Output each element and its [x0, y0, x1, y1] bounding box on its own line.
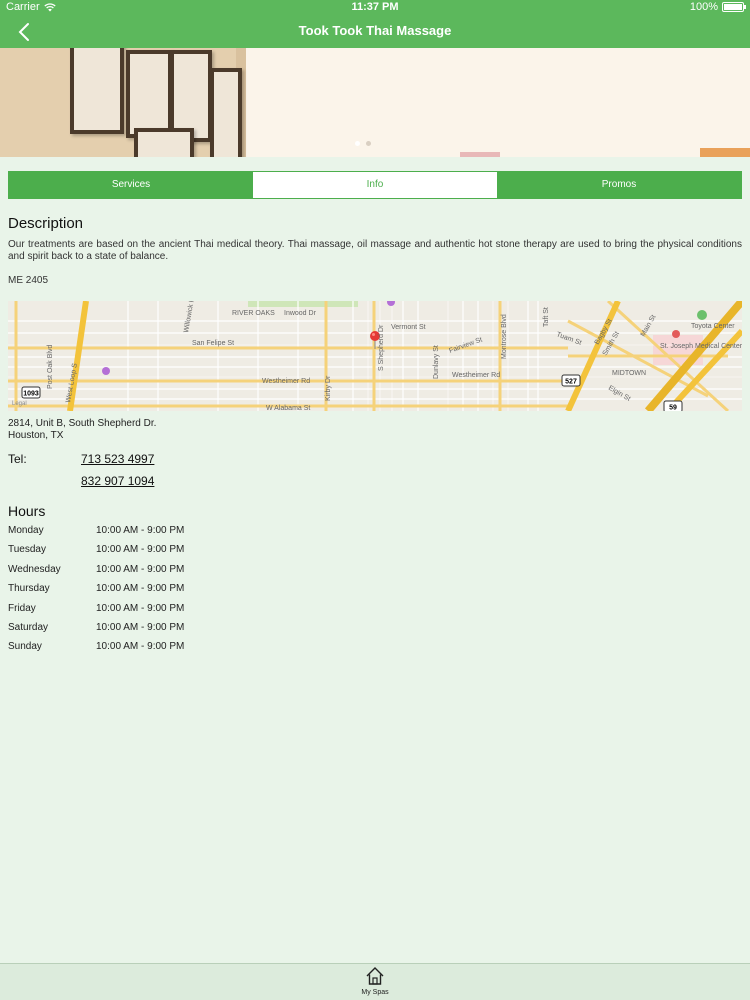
map-street-label: RIVER OAKS — [232, 310, 275, 317]
location-map[interactable]: RIVER OAKS Inwood Dr Vermont St San Felipe … — [8, 301, 742, 411]
hours-table: Monday 10:00 AM - 9:00 PM Tuesday 10:00 AM… — [8, 525, 184, 661]
picture-frame — [210, 68, 242, 157]
highway-shield-label: 59 — [669, 405, 677, 412]
phone-link-1[interactable]: 713 523 4997 — [81, 452, 154, 466]
hours-row: Monday 10:00 AM - 9:00 PM — [8, 525, 184, 544]
map-street-label: Montrose Blvd — [501, 314, 508, 359]
map-canvas: RIVER OAKS Inwood Dr Vermont St San Felipe … — [8, 301, 742, 411]
segment-tabs: Services Info Promos — [8, 171, 742, 199]
description-text: Our treatments are based on the ancient … — [8, 239, 742, 262]
battery-percent: 100% — [689, 1, 718, 13]
map-street-label: St. Joseph Medical Center — [660, 343, 742, 350]
map-street-label: Westheimer Rd — [262, 378, 310, 385]
hours-day: Wednesday — [8, 563, 61, 575]
map-street-label: Post Oak Blvd — [47, 345, 54, 389]
phone-link-2[interactable]: 832 907 1094 — [81, 474, 154, 488]
hours-row: Wednesday 10:00 AM - 9:00 PM — [8, 564, 184, 583]
map-street-label: Dunlavy St — [433, 345, 440, 379]
map-street-label: Kirby Dr — [325, 375, 332, 401]
hours-time: 10:00 AM - 9:00 PM — [96, 583, 185, 595]
page-dot — [366, 141, 371, 146]
map-street-label: Toyota Center — [691, 323, 735, 330]
map-street-label: Vermont St — [391, 324, 426, 331]
navigation-bar: Took Took Thai Massage — [0, 16, 750, 48]
spa-photo-carousel[interactable] — [0, 48, 750, 157]
hours-time: 10:00 AM - 9:00 PM — [96, 602, 185, 614]
tel-label: Tel: — [8, 452, 27, 466]
page-dot — [355, 141, 360, 146]
hours-time: 10:00 AM - 9:00 PM — [96, 621, 185, 633]
hours-row: Sunday 10:00 AM - 9:00 PM — [8, 641, 184, 660]
hours-day: Sunday — [8, 641, 42, 653]
picture-frame — [70, 48, 124, 134]
map-street-label: Westheimer Rd — [452, 372, 500, 379]
hours-day: Saturday — [8, 621, 49, 633]
map-street-label: Inwood Dr — [284, 310, 317, 317]
spa-code: ME 2405 — [8, 275, 49, 286]
tab-promos[interactable]: Promos — [497, 172, 741, 198]
picture-frame — [134, 128, 194, 157]
hours-time: 10:00 AM - 9:00 PM — [96, 563, 185, 575]
tab-my-spas[interactable]: My Spas — [350, 966, 400, 996]
hours-time: 10:00 AM - 9:00 PM — [96, 641, 185, 653]
hours-row: Thursday 10:00 AM - 9:00 PM — [8, 583, 184, 602]
hours-day: Monday — [8, 525, 44, 536]
address-line-1: 2814, Unit B, South Shepherd Dr. — [8, 418, 157, 429]
description-heading: Description — [8, 215, 84, 232]
tab-services[interactable]: Services — [9, 172, 253, 198]
hours-day: Thursday — [8, 583, 50, 595]
bottom-tab-bar: My Spas — [0, 963, 750, 1000]
clock: 11:37 PM — [351, 1, 399, 13]
picture-frame — [126, 50, 172, 138]
hours-time: 10:00 AM - 9:00 PM — [96, 544, 185, 556]
hours-day: Friday — [8, 602, 36, 614]
map-street-label: San Felipe St — [192, 340, 234, 347]
hours-day: Tuesday — [8, 544, 46, 556]
map-street-label: Taft St — [543, 307, 550, 327]
home-icon — [366, 967, 384, 985]
highway-shield-label: 1093 — [23, 391, 39, 398]
map-street-label: S Shepherd Dr — [378, 324, 385, 371]
map-street-label: W Alabama St — [266, 405, 310, 411]
map-street-label: MIDTOWN — [612, 370, 646, 377]
battery-icon — [722, 2, 746, 12]
tab-my-spas-label: My Spas — [361, 989, 389, 996]
status-bar: Carrier 11:37 PM 100% — [0, 0, 750, 16]
hours-row: Tuesday 10:00 AM - 9:00 PM — [8, 544, 184, 563]
hours-heading: Hours — [8, 503, 46, 519]
address-line-2: Houston, TX — [8, 430, 64, 441]
hours-time: 10:00 AM - 9:00 PM — [96, 525, 185, 536]
tab-info[interactable]: Info — [253, 172, 497, 198]
carousel-page-indicator — [355, 141, 371, 146]
page-title: Took Took Thai Massage — [298, 23, 452, 38]
address-block: 2814, Unit B, South Shepherd Dr. Houston… — [8, 418, 156, 442]
svg-text:Legal: Legal — [12, 401, 27, 407]
highway-shield-label: 527 — [565, 379, 577, 386]
hours-row: Friday 10:00 AM - 9:00 PM — [8, 603, 184, 622]
battery-indicator: 100% — [689, 1, 746, 13]
hours-row: Saturday 10:00 AM - 9:00 PM — [8, 622, 184, 641]
